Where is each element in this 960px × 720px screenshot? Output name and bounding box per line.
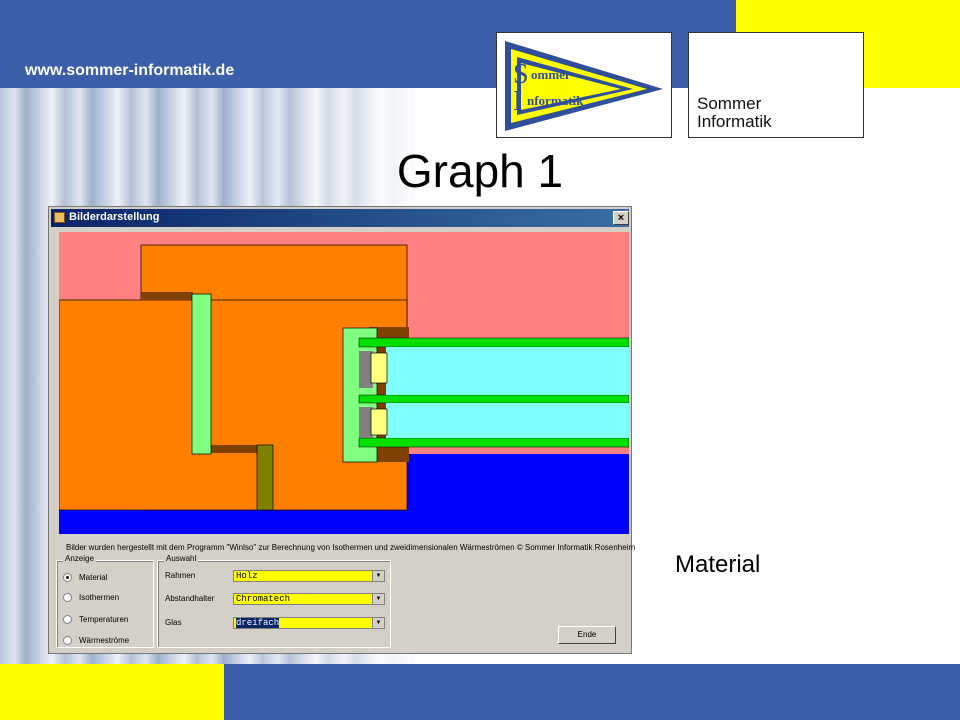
rahmen-value: Holz bbox=[236, 571, 258, 581]
text-logo-line1: Sommer bbox=[697, 94, 762, 113]
auswahl-group: Auswahl Rahmen Holz ▼ Abstandhalter Chro… bbox=[157, 554, 391, 648]
pane-1 bbox=[358, 337, 629, 348]
footer-band bbox=[224, 664, 960, 720]
spacer-1 bbox=[370, 352, 388, 384]
radio-waermestroeme[interactable]: Wärmeströme bbox=[63, 636, 129, 645]
pennant-cap-i: I bbox=[513, 86, 522, 117]
anzeige-group: Anzeige Material Isothermen Temperaturen… bbox=[56, 554, 154, 648]
glas-select[interactable]: dreifach ▼ bbox=[233, 617, 385, 629]
footer-accent bbox=[0, 664, 224, 720]
window-titlebar[interactable]: Bilderdarstellung × bbox=[51, 209, 629, 227]
text-logo: Sommer Informatik bbox=[688, 32, 864, 138]
slide-caption: Material bbox=[675, 551, 761, 578]
pennant-logo-graphic: S ommer I nformatik bbox=[505, 41, 663, 131]
text-logo-label: Sommer Informatik bbox=[697, 95, 772, 131]
app-icon bbox=[54, 212, 65, 223]
abstandhalter-label: Abstandhalter bbox=[165, 594, 215, 603]
gas-cavity-2 bbox=[386, 403, 629, 438]
text-logo-line2: Informatik bbox=[697, 112, 772, 131]
radio-material[interactable]: Material bbox=[63, 573, 107, 582]
abstandhalter-value: Chromatech bbox=[236, 594, 291, 604]
pane-3 bbox=[358, 437, 629, 448]
pennant-line2: nformatik bbox=[527, 93, 584, 108]
spacer-2 bbox=[370, 408, 388, 436]
window-title: Bilderdarstellung bbox=[69, 211, 160, 223]
dropdown-arrow-icon[interactable]: ▼ bbox=[372, 594, 384, 604]
glas-label: Glas bbox=[165, 618, 182, 627]
ende-button[interactable]: Ende bbox=[558, 626, 616, 644]
auswahl-label: Auswahl bbox=[164, 554, 199, 563]
abstandhalter-select[interactable]: Chromatech ▼ bbox=[233, 593, 385, 605]
radio-button[interactable] bbox=[63, 636, 72, 645]
glas-value: dreifach bbox=[236, 618, 280, 628]
pennant-line1: ommer bbox=[531, 67, 571, 82]
gas-cavity-1 bbox=[386, 347, 629, 395]
anzeige-label: Anzeige bbox=[63, 554, 96, 563]
dropdown-arrow-icon[interactable]: ▼ bbox=[372, 618, 384, 628]
pane-2 bbox=[358, 394, 629, 404]
fitting-strip bbox=[191, 293, 212, 455]
radio-label: Material bbox=[79, 573, 108, 582]
cross-section-drawing bbox=[59, 232, 629, 534]
site-url: www.sommer-informatik.de bbox=[25, 62, 235, 79]
radio-button[interactable] bbox=[63, 615, 72, 624]
seal-top bbox=[141, 292, 193, 300]
slide-title: Graph 1 bbox=[396, 145, 564, 197]
footer-note: Bilder wurden hergestellt mit dem Progra… bbox=[66, 543, 636, 552]
radio-label: Temperaturen bbox=[79, 615, 129, 624]
radio-temperaturen[interactable]: Temperaturen bbox=[63, 615, 128, 624]
radio-label: Isothermen bbox=[79, 593, 120, 602]
drain-strip bbox=[256, 444, 274, 511]
rahmen-select[interactable]: Holz ▼ bbox=[233, 570, 385, 582]
rahmen-label: Rahmen bbox=[165, 571, 196, 580]
pennant-logo: S ommer I nformatik bbox=[496, 32, 672, 138]
bilderdarstellung-window: Bilderdarstellung × Bilder wurden herges… bbox=[48, 206, 636, 654]
radio-label: Wärmeströme bbox=[79, 636, 130, 645]
radio-isothermen[interactable]: Isothermen bbox=[63, 593, 119, 602]
dropdown-arrow-icon[interactable]: ▼ bbox=[372, 571, 384, 581]
radio-button-selected[interactable] bbox=[63, 573, 72, 582]
radio-button[interactable] bbox=[63, 593, 72, 602]
close-button[interactable]: × bbox=[613, 211, 629, 225]
